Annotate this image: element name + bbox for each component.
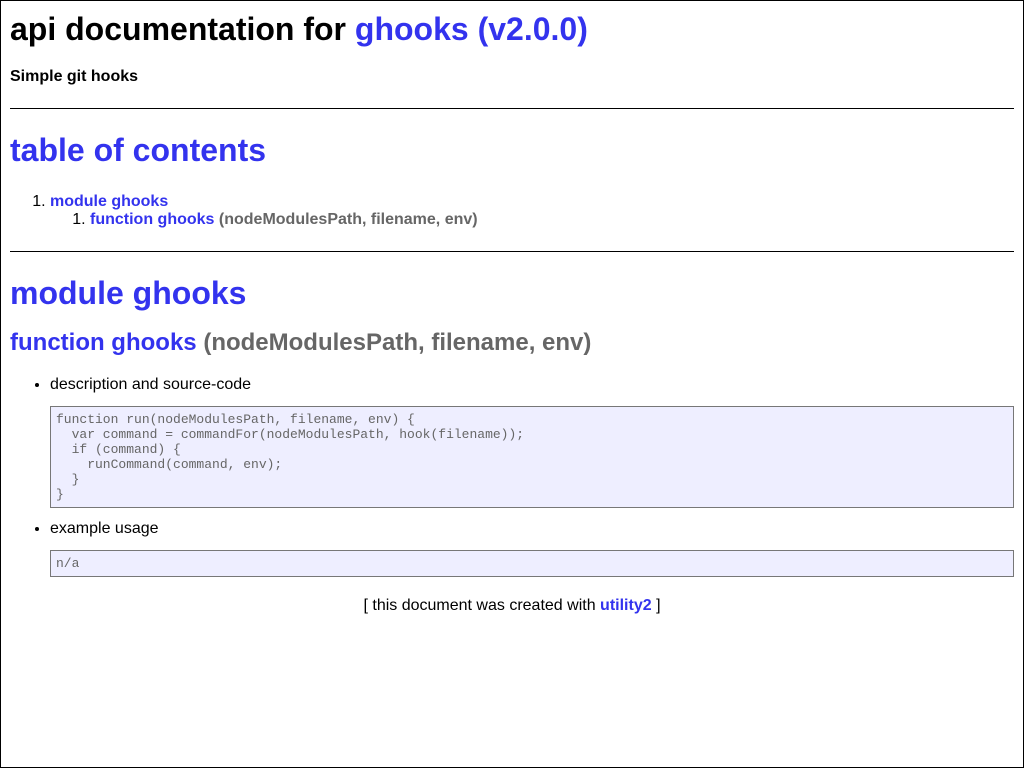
page: api documentation for ghooks (v2.0.0) Si… [0, 0, 1024, 768]
function-link[interactable]: function ghooks [10, 329, 197, 356]
function-details: description and source-code function run… [10, 376, 1014, 577]
example-code-block: n/a [50, 550, 1014, 577]
toc-module-link[interactable]: module ghooks [50, 193, 168, 210]
toc-function-signature: (nodeModulesPath, filename, env) [218, 211, 478, 228]
function-signature: (nodeModulesPath, filename, env) [203, 329, 592, 356]
divider [10, 251, 1014, 252]
title-prefix: api documentation for [10, 11, 346, 47]
toc-list: module ghooks function ghooks (nodeModul… [10, 193, 1014, 229]
toc-heading: table of contents [10, 132, 267, 168]
function-heading: function ghooks (nodeModulesPath, filena… [10, 328, 1014, 358]
toc-item-function: function ghooks (nodeModulesPath, filena… [90, 211, 1014, 229]
utility2-link[interactable]: utility2 [600, 597, 652, 614]
description-item: description and source-code function run… [50, 376, 1014, 508]
source-code-block: function run(nodeModulesPath, filename, … [50, 406, 1014, 508]
example-label: example usage [50, 520, 159, 537]
toc-item-module: module ghooks function ghooks (nodeModul… [50, 193, 1014, 229]
divider [10, 108, 1014, 109]
footer: [ this document was created with utility… [10, 597, 1014, 615]
toc-sublist: function ghooks (nodeModulesPath, filena… [50, 211, 1014, 229]
footer-prefix: [ this document was created with [363, 597, 596, 614]
description-label: description and source-code [50, 376, 252, 393]
example-item: example usage n/a [50, 520, 1014, 577]
package-link[interactable]: ghooks (v2.0.0) [355, 11, 588, 47]
page-title: api documentation for ghooks (v2.0.0) [10, 1, 1014, 48]
toc-function-link[interactable]: function ghooks [90, 211, 214, 228]
footer-suffix: ] [656, 597, 661, 614]
package-description: Simple git hooks [10, 68, 139, 85]
module-heading: module ghooks [10, 275, 247, 311]
